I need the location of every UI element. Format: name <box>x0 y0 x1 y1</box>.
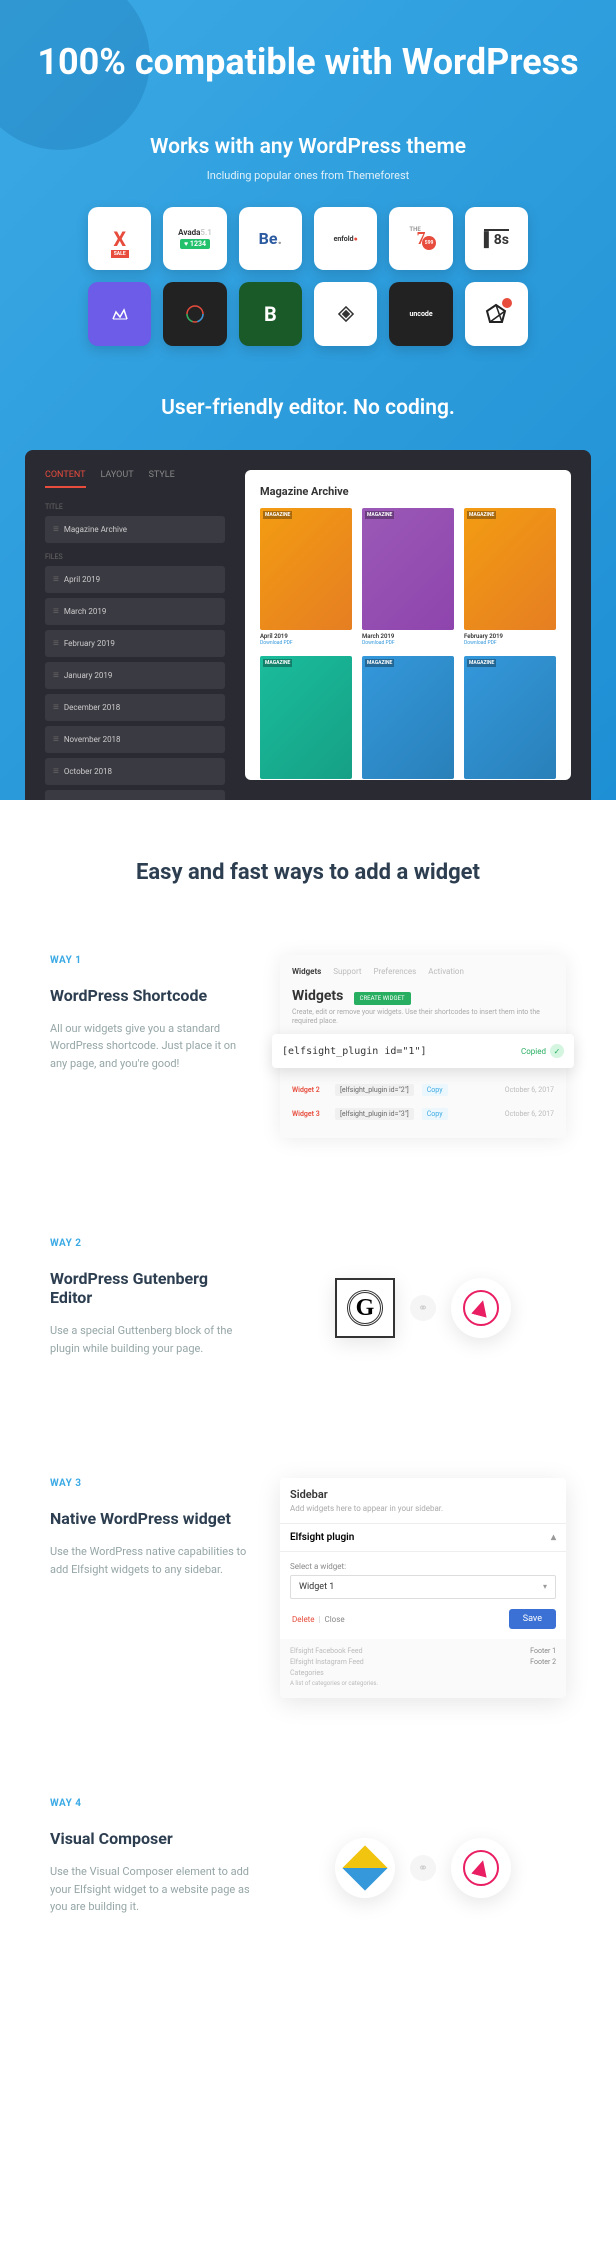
shortcode-text: [elfsight_plugin id="1"] <box>282 1046 427 1057</box>
vc-chain: ⚭ <box>280 1798 566 1938</box>
file-item[interactable]: October 2018 <box>45 758 225 785</box>
mag-item: December 2018Download PDF <box>362 656 454 779</box>
tab-activation[interactable]: Activation <box>428 967 464 976</box>
elfsight-icon <box>451 1278 511 1338</box>
mag-item: November 2018Download PDF <box>464 656 556 779</box>
mag-item: February 2019Download PDF <box>464 508 556 647</box>
file-item[interactable]: September 2018 <box>45 790 225 800</box>
mag-item: January 2019Download PDF <box>260 656 352 779</box>
way-label: WAY 1 <box>50 955 250 966</box>
way-title: Visual Composer <box>50 1829 250 1848</box>
way-label: WAY 3 <box>50 1478 250 1489</box>
theme-icon-flatsome <box>314 282 377 345</box>
theme-icon-enfold: enfold● <box>314 207 377 270</box>
way-title: WordPress Gutenberg Editor <box>50 1269 250 1307</box>
hero-subtext: Including popular ones from Themeforest <box>30 169 586 182</box>
panel-tabs: Widgets Support Preferences Activation <box>292 967 554 976</box>
link-icon: ⚭ <box>410 1295 436 1321</box>
lower-section: Easy and fast ways to add a widget WAY 1… <box>0 800 616 2019</box>
delete-link[interactable]: Delete <box>292 1615 315 1624</box>
way-label: WAY 4 <box>50 1798 250 1809</box>
widgets-desc: Create, edit or remove your widgets. Use… <box>292 1008 554 1028</box>
hero-subtitle: Works with any WordPress theme <box>30 135 586 159</box>
close-link[interactable]: Close <box>325 1615 345 1624</box>
theme-icon-uncode: uncode <box>389 282 452 345</box>
create-widget-button[interactable]: CREATE WIDGET <box>354 992 411 1005</box>
way-3: WAY 3 Native WordPress widget Use the Wo… <box>50 1478 566 1698</box>
title-label: TITLE <box>45 503 225 511</box>
theme-icon-salient <box>88 282 151 345</box>
tab-style[interactable]: STYLE <box>149 470 175 488</box>
way-1: WAY 1 WordPress Shortcode All our widget… <box>50 955 566 1139</box>
theme-icon-x: XSALE <box>88 207 151 270</box>
way-desc: Use a special Guttenberg block of the pl… <box>50 1322 250 1357</box>
file-item[interactable]: January 2019 <box>45 662 225 689</box>
widget-select[interactable]: Widget 1 <box>290 1575 556 1599</box>
theme-icon-be: Be. <box>239 207 302 270</box>
widget-sidebar-panel: Sidebar Add widgets here to appear in yo… <box>280 1478 566 1698</box>
shortcode-callout: [elfsight_plugin id="1"] Copied <box>272 1034 574 1068</box>
theme-icon-betheme: B <box>239 282 302 345</box>
widget-row: Widget 2[elfsight_plugin id="2"]CopyOcto… <box>292 1078 554 1102</box>
delete-close-links: Delete|Close <box>290 1615 347 1624</box>
way-desc: All our widgets give you a standard Word… <box>50 1020 250 1073</box>
title-input[interactable]: Magazine Archive <box>45 516 225 543</box>
elfsight-icon <box>451 1838 511 1898</box>
magazine-grid: April 2019Download PDF March 2019Downloa… <box>260 508 556 780</box>
way-desc: Use the WordPress native capabilities to… <box>50 1543 250 1578</box>
way-2: WAY 2 WordPress Gutenberg Editor Use a s… <box>50 1238 566 1378</box>
editor-heading: User-friendly editor. No coding. <box>30 396 586 420</box>
copy-button[interactable]: Copy <box>422 1084 448 1096</box>
sidebar-header: Sidebar Add widgets here to appear in yo… <box>280 1478 566 1524</box>
editor-frame: CONTENT LAYOUT STYLE TITLE Magazine Arch… <box>25 450 591 800</box>
save-button[interactable]: Save <box>509 1609 556 1629</box>
gutenberg-icon: G <box>335 1278 395 1338</box>
theme-icon-jupiter <box>163 282 226 345</box>
way-4: WAY 4 Visual Composer Use the Visual Com… <box>50 1798 566 1938</box>
mag-item: March 2019Download PDF <box>362 508 454 647</box>
tab-widgets[interactable]: Widgets <box>292 967 321 976</box>
way-title: WordPress Shortcode <box>50 986 250 1005</box>
hero-section: 100% compatible with WordPress Works wit… <box>0 0 616 800</box>
shortcode-panel: Widgets Support Preferences Activation W… <box>280 955 566 1139</box>
way-label: WAY 2 <box>50 1238 250 1249</box>
tab-content[interactable]: CONTENT <box>45 470 86 488</box>
tab-preferences[interactable]: Preferences <box>374 967 417 976</box>
file-item[interactable]: February 2019 <box>45 630 225 657</box>
vc-icon <box>335 1838 395 1898</box>
sidebar-footer: Elfsight Facebook FeedElfsight Instagram… <box>280 1639 566 1698</box>
theme-grid: XSALE Avada5.1♥ 1234 Be. enfold● THE7599… <box>88 207 528 346</box>
editor-preview: Magazine Archive April 2019Download PDF … <box>245 470 571 780</box>
copied-badge: Copied <box>521 1044 564 1058</box>
files-label: FILES <box>45 553 225 561</box>
theme-icon-bridge: ▌8s <box>465 207 528 270</box>
plugin-bar[interactable]: Elfsight plugin <box>280 1524 566 1552</box>
gutenberg-chain: G ⚭ <box>280 1238 566 1378</box>
way-desc: Use the Visual Composer element to add y… <box>50 1863 250 1916</box>
widgets-heading: Widgets <box>292 988 343 1004</box>
file-item[interactable]: April 2019 <box>45 566 225 593</box>
theme-icon-the7: THE7599 <box>389 207 452 270</box>
tab-layout[interactable]: LAYOUT <box>101 470 134 488</box>
file-item[interactable]: March 2019 <box>45 598 225 625</box>
theme-icon-newspaper <box>465 282 528 345</box>
hero-title: 100% compatible with WordPress <box>30 40 586 85</box>
lower-heading: Easy and fast ways to add a widget <box>50 860 566 885</box>
preview-title: Magazine Archive <box>260 485 556 498</box>
editor-tabs: CONTENT LAYOUT STYLE <box>45 470 225 488</box>
tab-support[interactable]: Support <box>333 967 361 976</box>
copy-button[interactable]: Copy <box>422 1108 448 1120</box>
editor-sidebar: CONTENT LAYOUT STYLE TITLE Magazine Arch… <box>45 470 225 780</box>
link-icon: ⚭ <box>410 1855 436 1881</box>
select-label: Select a widget: <box>290 1562 556 1571</box>
theme-icon-avada: Avada5.1♥ 1234 <box>163 207 226 270</box>
way-title: Native WordPress widget <box>50 1509 250 1528</box>
file-item[interactable]: November 2018 <box>45 726 225 753</box>
widget-row: Widget 3[elfsight_plugin id="3"]CopyOcto… <box>292 1102 554 1126</box>
mag-item: April 2019Download PDF <box>260 508 352 647</box>
file-item[interactable]: December 2018 <box>45 694 225 721</box>
